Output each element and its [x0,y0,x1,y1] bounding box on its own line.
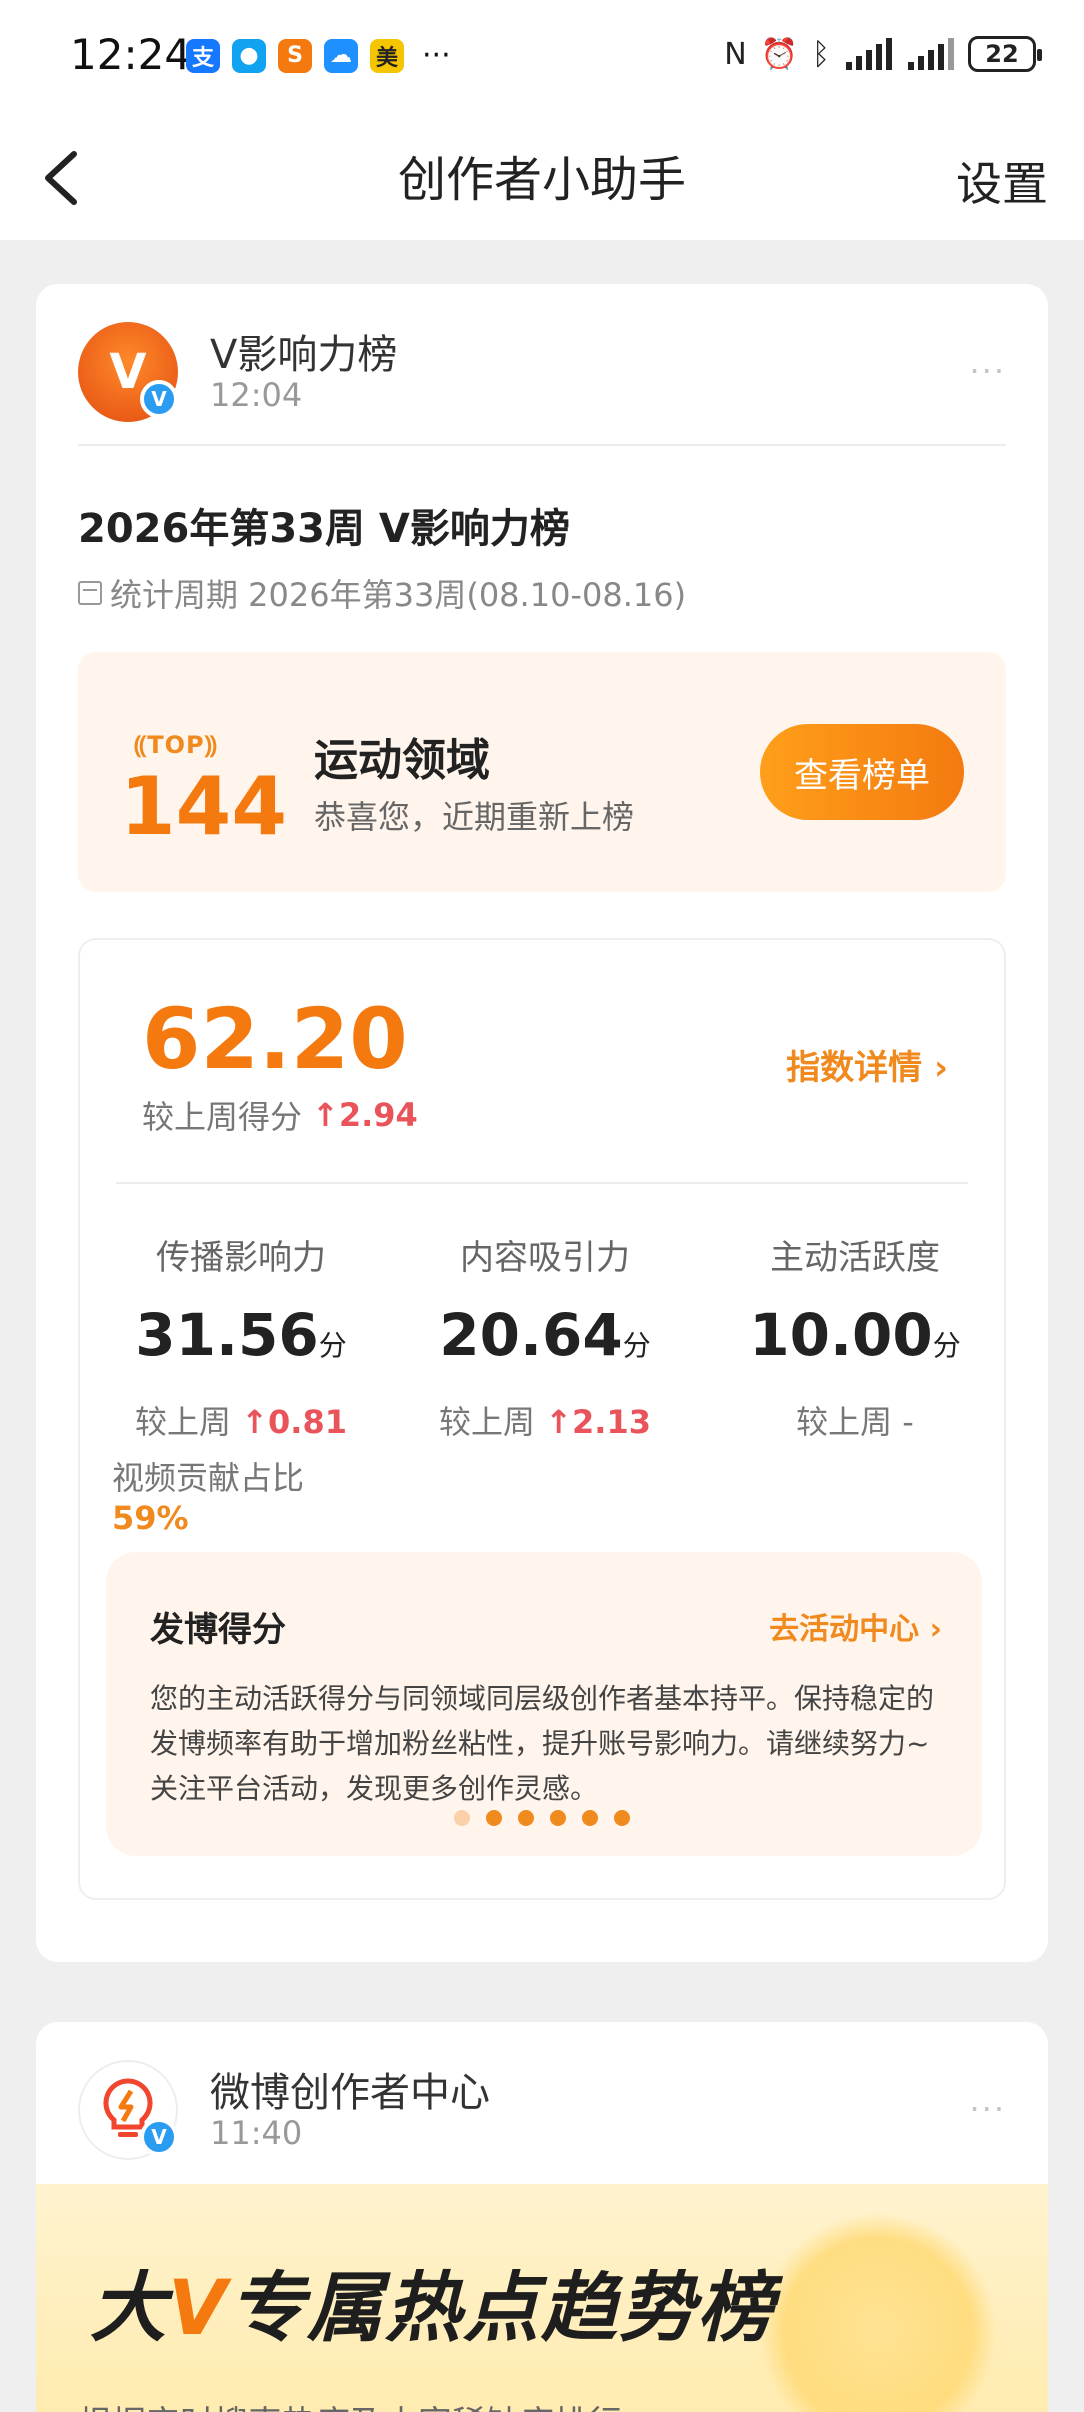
status-bar: 12:24 支 ● S ☁ 美 ··· N ⏰ ᛒ 22 [0,0,1084,110]
banner-subtitle: 根据实时搜索热度及内容稀缺度排行: [78,2396,633,2412]
message-card-influence: V V V影响力榜 12:04 ··· 2026年第33周 V影响力榜 统计周期… [36,284,1048,1962]
message-icon: ● [232,38,266,73]
up-arrow-icon: ↑ [241,1403,269,1441]
alipay-icon: 支 [186,38,220,73]
metric-content: 内容吸引力 20.64分 较上周 ↑2.13 [439,1238,651,1441]
account-name[interactable]: V影响力榜 [210,322,397,380]
post-header: V 微博创作者中心 11:40 ··· [78,2052,1006,2182]
rank-period: 统计周期 2026年第33周(08.10-08.16) [78,570,686,616]
view-ranking-button[interactable]: 查看榜单 [760,724,964,820]
banner-title: 大V专属热点趋势榜 [90,2263,775,2352]
calendar-icon [78,581,102,605]
tip-title: 发博得分 [150,1610,286,1650]
nfc-icon: N [724,36,747,72]
rank-title: 2026年第33周 V影响力榜 [78,506,570,552]
posting-score-tip: 发博得分 去活动中心 › 您的主动活跃得分与同领域同层级创作者基本持平。保持稳定… [106,1552,982,1856]
bluetooth-icon: ᛒ [812,36,830,72]
signal-icon [846,38,892,70]
activity-center-link[interactable]: 去活动中心 › [769,1604,942,1648]
top-rank-number: 144 [120,760,287,853]
more-options-icon[interactable]: ··· [969,352,1006,390]
top-badge: ⸨TOP⸩ [134,731,218,759]
carousel-dot[interactable] [614,1810,630,1826]
chevron-right-icon: › [933,1048,948,1088]
post-time: 11:40 [210,2114,303,2152]
settings-button[interactable]: 设置 [956,148,1048,214]
divider [116,1182,968,1184]
nav-bar: 创作者小助手 设置 [0,110,1084,240]
up-arrow-icon: ↑ [545,1403,573,1441]
status-right: N ⏰ ᛒ 22 [724,36,1042,72]
score-compare: 较上周得分 ↑2.94 [142,1096,418,1136]
hot-trend-banner[interactable]: 大V专属热点趋势榜 根据实时搜索热度及内容稀缺度排行: [36,2184,1048,2412]
message-card-creator-center: V 微博创作者中心 11:40 ··· 大V专属热点趋势榜 根据实时搜索热度及内… [36,2022,1048,2412]
video-share: 视频贡献占比 59% [112,1459,305,1537]
weather-icon: ☁ [324,38,358,73]
score-change: ↑2.94 [312,1096,418,1134]
congrats-text: 恭喜您，近期重新上榜 [314,798,635,836]
carousel-dot[interactable] [454,1810,470,1826]
metric-activity: 主动活跃度 10.00分 较上周 - [749,1238,961,1441]
verified-badge-icon: V [140,380,178,418]
post-time: 12:04 [210,376,303,414]
up-arrow-icon: ↑ [312,1096,339,1134]
account-name[interactable]: 微博创作者中心 [210,2060,490,2118]
carousel-dots[interactable] [454,1810,630,1826]
field-name: 运动领域 [314,735,490,786]
total-score: 62.20 [142,990,408,1088]
more-options-icon[interactable]: ··· [969,2090,1006,2128]
more-notifications-icon: ··· [422,38,451,73]
carousel-dot[interactable] [486,1810,502,1826]
carousel-dot[interactable] [518,1810,534,1826]
index-detail-link[interactable]: 指数详情 › [786,1040,948,1089]
alarm-icon: ⏰ [760,36,798,72]
period-text: 统计周期 2026年第33周(08.10-08.16) [110,576,687,614]
signal-2-icon [908,38,954,70]
post-header: V V V影响力榜 12:04 ··· [78,314,1006,444]
metric-spread: 传播影响力 31.56分 较上周 ↑0.81 视频贡献占比 59% [96,1230,386,1537]
app-s-icon: S [278,38,312,73]
page-title: 创作者小助手 [397,152,686,208]
decor-icon [758,2212,998,2412]
battery-icon: 22 [968,36,1042,72]
status-app-icons: 支 ● S ☁ 美 ··· [186,38,451,73]
score-box: 62.20 较上周得分 ↑2.94 指数详情 › 传播影响力 31.56分 较上… [78,938,1006,1900]
tip-text: 您的主动活跃得分与同领域同层级创作者基本持平。保持稳定的发博频率有助于增加粉丝粘… [150,1682,935,1805]
carousel-dot[interactable] [582,1810,598,1826]
top-rank-box: ⸨TOP⸩ 144 运动领域 恭喜您，近期重新上榜 查看榜单 [78,652,1006,892]
verified-badge-icon: V [140,2118,178,2156]
chevron-right-icon: › [929,1612,942,1647]
divider [78,444,1006,446]
meituan-icon: 美 [370,38,404,73]
status-time: 12:24 [70,30,192,79]
carousel-dot[interactable] [550,1810,566,1826]
